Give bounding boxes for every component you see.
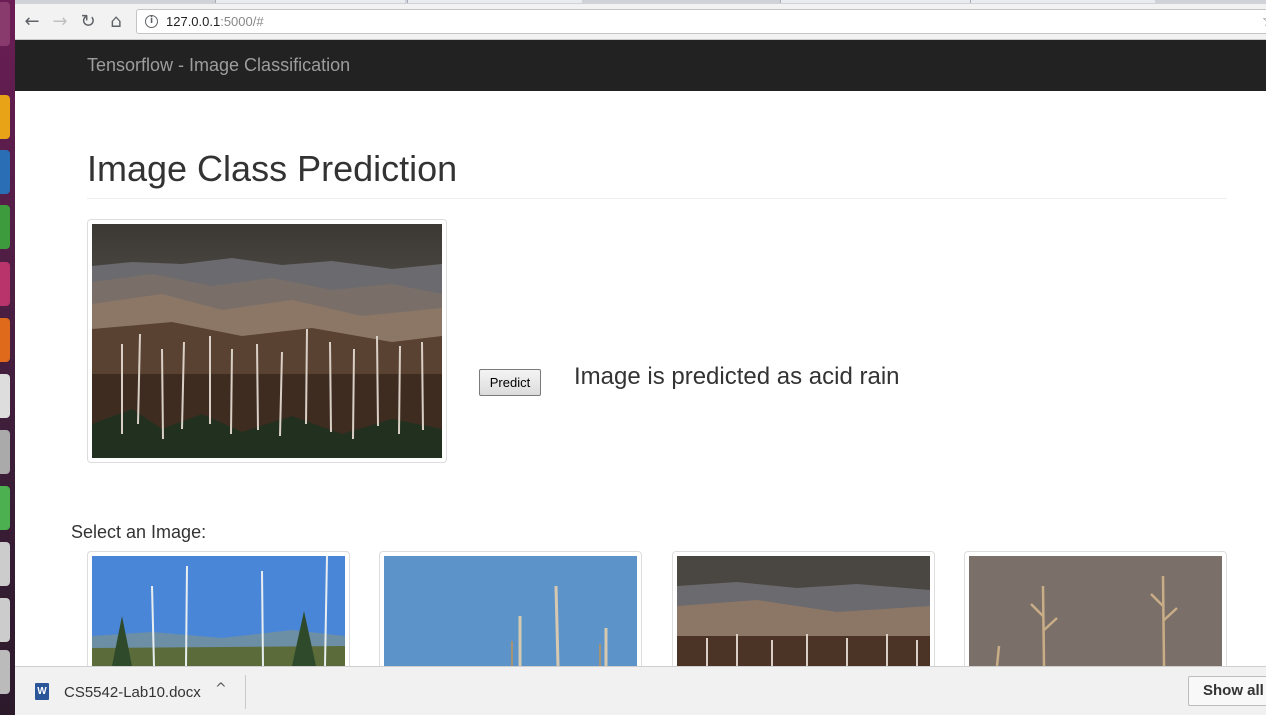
launcher-app-icon[interactable] [0,318,10,362]
prediction-result-text: Image is predicted as acid rain [574,363,900,390]
browser-tab[interactable] [780,0,970,3]
gallery-image [677,556,930,676]
title-divider [87,198,1227,199]
gallery-image-1[interactable] [87,551,350,681]
browser-tab[interactable] [970,0,1155,3]
home-icon[interactable]: ⌂ [104,10,128,34]
forward-arrow-icon[interactable]: → [48,10,72,34]
show-all-button[interactable]: Show all [1188,676,1266,706]
predict-button[interactable]: Predict [479,369,541,396]
launcher-app-icon[interactable] [0,542,10,586]
launcher-app-icon[interactable] [0,374,10,418]
launcher-app-icon[interactable] [0,598,10,642]
gallery-image-3[interactable] [672,551,935,681]
gallery-image [92,556,345,676]
page-navbar: Tensorflow - Image Classification [15,40,1266,91]
selected-image-thumbnail [87,219,447,463]
word-doc-icon: W [35,683,49,700]
info-icon[interactable]: i [145,15,158,28]
gallery-image-4[interactable] [964,551,1227,681]
url-rest: :5000/# [220,14,264,29]
browser-toolbar: ← → ↻ ⌂ i 127.0.0.1:5000/# ☆ [15,4,1266,40]
select-image-label: Select an Image: [71,522,207,542]
launcher-app-icon[interactable] [0,205,10,249]
url-text[interactable]: 127.0.0.1:5000/# [166,14,264,29]
browser-tab[interactable] [407,0,582,3]
selected-image [92,224,442,458]
launcher-app-icon[interactable] [0,262,10,306]
navbar-brand[interactable]: Tensorflow - Image Classification [87,55,350,76]
page-title: Image Class Prediction [87,148,458,189]
address-bar[interactable]: i 127.0.0.1:5000/# ☆ [136,9,1266,34]
launcher-app-icon[interactable] [0,486,10,530]
gallery-image [384,556,637,676]
page-content: Image Class Prediction Predict Image is … [15,91,1266,681]
reload-icon[interactable]: ↻ [76,10,100,34]
download-shelf: W CS5542-Lab10.docx ^ Show all [15,666,1266,715]
launcher-app-icon[interactable] [0,430,10,474]
launcher-app-icon[interactable] [0,150,10,194]
url-host: 127.0.0.1 [166,14,221,29]
os-launcher [0,0,15,715]
launcher-app-icon[interactable] [0,650,10,694]
bookmark-star-icon[interactable]: ☆ [1262,11,1266,31]
chevron-up-icon[interactable]: ^ [215,681,227,697]
back-arrow-icon[interactable]: ← [20,10,44,34]
gallery-image-2[interactable] [379,551,642,681]
launcher-app-icon[interactable] [0,95,10,139]
shelf-divider [245,675,246,709]
gallery-image [969,556,1222,676]
browser-tab[interactable] [215,0,405,3]
download-file-name[interactable]: CS5542-Lab10.docx [64,684,201,701]
launcher-app-icon[interactable] [0,2,10,46]
